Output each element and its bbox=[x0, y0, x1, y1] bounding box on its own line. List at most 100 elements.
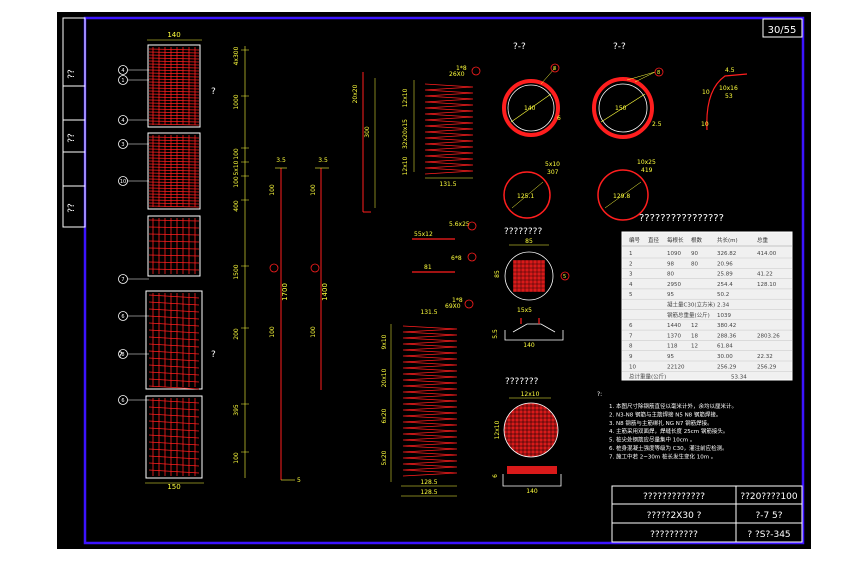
table-cell: 256.29 bbox=[717, 364, 737, 370]
strip-label-3: ?? bbox=[67, 203, 77, 213]
table-cell: 118 bbox=[667, 344, 678, 350]
bar-dim-a: 100 bbox=[269, 326, 276, 338]
section-mark-left: ? bbox=[118, 351, 123, 361]
table-cell: 3 bbox=[629, 272, 633, 278]
table-header: 每根长 bbox=[667, 236, 684, 244]
mesh-under: 140 bbox=[526, 488, 538, 495]
hoop-2-top: 10x25 bbox=[637, 159, 656, 166]
b5-width: 131.5 bbox=[420, 309, 437, 316]
table-cell: 钢筋总重量(公斤) bbox=[667, 311, 710, 319]
pile-callout: 6 bbox=[118, 395, 149, 405]
table-cell: 22.32 bbox=[757, 354, 773, 360]
bar-tiny-1: 3.5 bbox=[276, 157, 286, 164]
b5-dim-4: 5x20 bbox=[381, 450, 388, 465]
section-1-title: ?-? bbox=[513, 42, 526, 52]
mesh-dim-1: 12x10 bbox=[521, 391, 540, 398]
section-2-callout-b: 2.5 bbox=[652, 121, 662, 128]
straight-bars: 55x12 5.6x25 81 6*8 bbox=[412, 221, 477, 273]
table-cell: 8 bbox=[629, 344, 633, 350]
svg-text:200: 200 bbox=[233, 328, 240, 340]
b1-dim-2: 32x20x15 bbox=[402, 119, 409, 149]
b1-dim-3: 12x10 bbox=[402, 156, 409, 175]
table-cell: 1440 bbox=[667, 323, 681, 329]
hoop-1-dim: 125.1 bbox=[517, 193, 534, 200]
tip-callout: 5 bbox=[563, 274, 566, 280]
strip-label-1: ?? bbox=[67, 69, 77, 79]
table-cell: 4 bbox=[629, 282, 633, 288]
pile-callout: 4 bbox=[118, 115, 149, 125]
table-cell: 22120 bbox=[667, 364, 685, 370]
hoop-2-label: 419 bbox=[641, 167, 653, 174]
svg-text:4: 4 bbox=[121, 118, 124, 124]
table-cell: 12 bbox=[691, 323, 698, 329]
table-cell: 41.22 bbox=[757, 272, 773, 278]
elevation-dim: 200 bbox=[233, 327, 249, 340]
elevation-dim: 100 bbox=[233, 175, 249, 188]
elevation-dim: 4x300 bbox=[233, 46, 249, 65]
hook-label-5: 10 bbox=[701, 121, 709, 128]
hook-label-1: 4.5 bbox=[725, 67, 735, 74]
svg-text:4x300: 4x300 bbox=[233, 46, 240, 65]
tip-detail-title: ???????? bbox=[504, 227, 542, 237]
table-header: 根数 bbox=[691, 236, 703, 244]
b5-dim-3: 6x20 bbox=[381, 408, 388, 423]
b5-dim-2: 20x10 bbox=[381, 368, 388, 387]
cad-drawing: ?? ?? ?? 30/55 140 150 4 1 4 3 10 7 6 8 6 ? ? ? … bbox=[62, 16, 805, 545]
long-bars: 3.5 3.5 1700 1400 100 100 100 100 5 bbox=[269, 157, 329, 484]
table-cell: 1 bbox=[629, 251, 633, 257]
bar-label-mid: 300 bbox=[364, 126, 371, 138]
svg-text:100: 100 bbox=[233, 176, 240, 188]
table-total-value: 53.34 bbox=[731, 375, 747, 381]
b5-top2: 69X0 bbox=[445, 303, 461, 310]
b1-top2: 26X0 bbox=[449, 71, 465, 78]
section-2-title: ?-? bbox=[613, 42, 626, 52]
bar-dim-d: 100 bbox=[310, 184, 317, 196]
section-2-dim: 150 bbox=[615, 105, 627, 112]
note-line: 2. N3-N8 钢筋与主筋焊接 N5 N8 钢筋焊接。 bbox=[609, 410, 721, 418]
title-row-3-right: ? ?S?-345 bbox=[747, 530, 790, 540]
table-cell: 凝土量C30(立方米) bbox=[667, 301, 715, 309]
tip-under-1: 15x5 bbox=[517, 307, 532, 314]
b3-label: 55x12 bbox=[414, 231, 433, 238]
table-cell: 12 bbox=[691, 344, 698, 350]
mesh-left: 6 bbox=[492, 474, 499, 478]
table-cell: 50.2 bbox=[717, 292, 729, 298]
svg-text:400: 400 bbox=[233, 200, 240, 212]
svg-text:100: 100 bbox=[233, 452, 240, 464]
table-cell: 2 bbox=[629, 261, 633, 267]
table-cell: 414.00 bbox=[757, 251, 777, 257]
elevation-dim: 400 bbox=[233, 199, 249, 212]
table-header: 直径 bbox=[648, 236, 660, 244]
table-cell: 9 bbox=[629, 354, 633, 360]
b1-bottom: 131.5 bbox=[439, 181, 456, 188]
pile-callout: 8 bbox=[118, 349, 149, 359]
title-row-1-left: ????????????? bbox=[643, 492, 705, 502]
elevation-dim: 100 bbox=[233, 451, 249, 464]
elevation-dim: 1000 bbox=[233, 94, 249, 110]
note-line: 1. 本图尺寸除钢筋直径以毫米计外，余均以厘米计。 bbox=[609, 402, 737, 410]
table-cell: 256.29 bbox=[757, 364, 777, 370]
table-cell: 380.42 bbox=[717, 323, 736, 329]
table-cell: 80 bbox=[667, 272, 674, 278]
hoop-2-dim: 129.8 bbox=[613, 193, 630, 200]
bar-tiny-2: 3.5 bbox=[318, 157, 328, 164]
rebar-table: ???????????????? 编号 直径 每根长 根数 共长(m) 总重 1 1090 90… bbox=[621, 213, 793, 381]
strip-label-2: ?? bbox=[67, 133, 77, 143]
spiral-bar-2: 1*8 69X0 131.5 9x10 20x10 6x20 5x20 128.… bbox=[381, 297, 474, 497]
b4-label: 81 bbox=[424, 264, 432, 271]
table-header: 总重 bbox=[757, 236, 769, 244]
pile-elevation: 140 150 4143107686 ? ? ? 4x30010001005x1… bbox=[118, 31, 249, 491]
note-line: 4. 主筋采用双面焊，焊缝长度 25cm 钢筋接头。 bbox=[609, 427, 728, 435]
svg-text:3: 3 bbox=[121, 142, 124, 148]
tip-dim-1: 85 bbox=[525, 238, 533, 245]
table-header: 编号 bbox=[629, 236, 641, 244]
bent-bar-column: 20x20 300 bbox=[352, 72, 376, 213]
table-cell: 61.84 bbox=[717, 344, 733, 350]
table-cell: 326.82 bbox=[717, 251, 736, 257]
svg-text:1: 1 bbox=[121, 78, 124, 84]
pile-callout: 1 bbox=[118, 75, 149, 85]
bar-note-2: 1400 bbox=[321, 283, 329, 301]
notes-head: ?: bbox=[597, 391, 602, 398]
note-line: 3. N8 钢筋与主筋绑扎 NG N7 钢筋焊接。 bbox=[609, 419, 713, 427]
elevation-dim: 395 bbox=[233, 403, 249, 416]
